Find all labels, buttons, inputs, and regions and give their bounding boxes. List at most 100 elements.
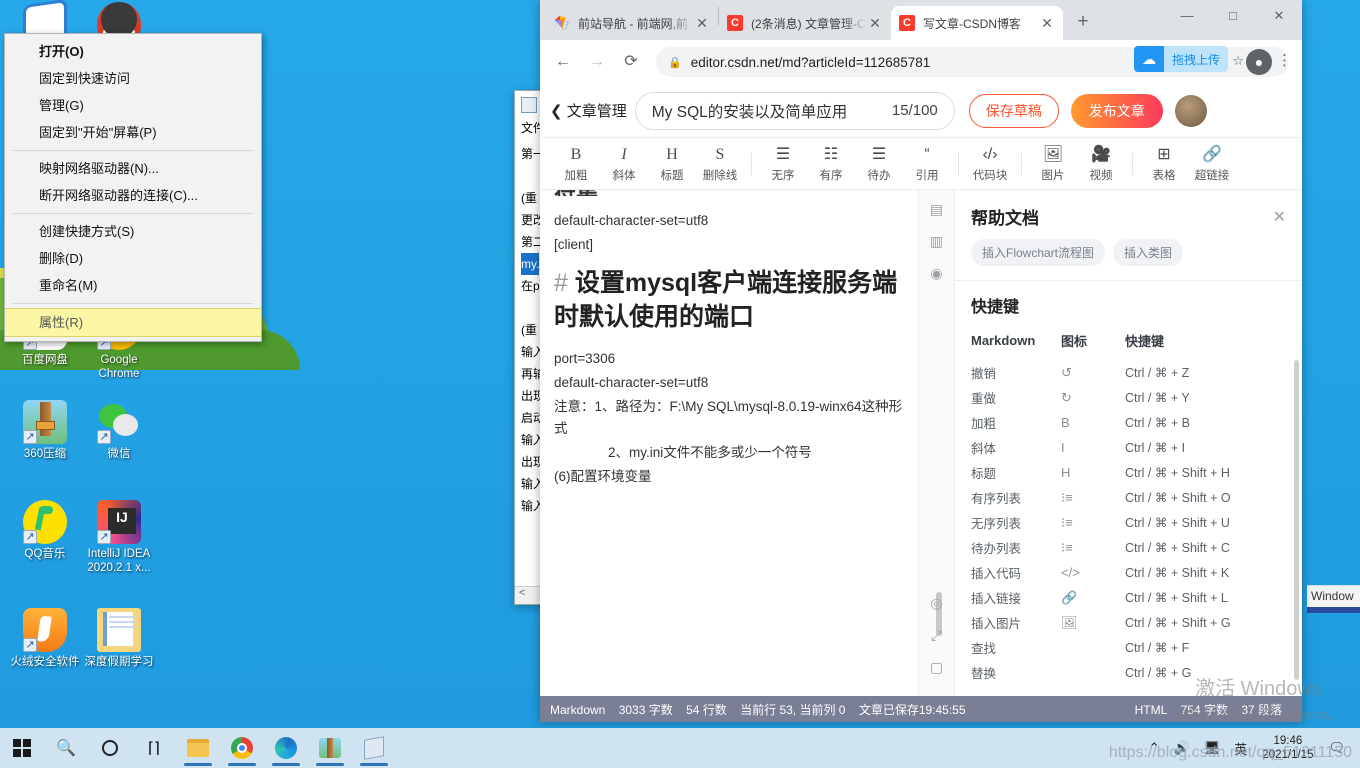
toolbar-quote[interactable]: “ 引用 xyxy=(903,145,951,183)
task-view-icon: ⌈⌉ xyxy=(148,740,160,757)
toolbar-video[interactable]: 🎥 视频 xyxy=(1077,145,1125,183)
context-menu-item[interactable]: 打开(O) xyxy=(5,38,261,65)
context-menu[interactable]: 打开(O) 固定到快速访问 管理(G) 固定到"开始"屏幕(P) 映射网络驱动器(N).… xyxy=(4,33,262,342)
context-menu-item[interactable]: 断开网络驱动器的连接(C)... xyxy=(5,182,261,209)
notifications-icon[interactable]: 🗨 xyxy=(1321,740,1352,756)
toolbar-italic[interactable]: I 斜体 xyxy=(600,145,648,183)
divider xyxy=(955,280,1302,281)
publish-article-button[interactable]: 发布文章 xyxy=(1070,93,1163,128)
browser-tab-0[interactable]: 🪁 前站导航 - 前端网,前 ✕ xyxy=(546,6,718,40)
tray-chevron-icon[interactable]: ⌃ xyxy=(1142,740,1167,756)
taskbar-clock[interactable]: 19:46 2021/1/15 xyxy=(1254,734,1321,762)
toolbar-bold[interactable]: B 加粗 xyxy=(552,145,600,183)
desktop-icon-qqmusic[interactable]: ↗ QQ音乐 xyxy=(8,500,82,561)
search-button[interactable]: 🔍 xyxy=(44,728,88,768)
new-tab-button[interactable]: + xyxy=(1069,8,1097,36)
toolbar-unordered-list[interactable]: ☰ 无序 xyxy=(759,145,807,183)
help-panel[interactable]: 帮助文档 ✕ 插入Flowchart流程图 插入类图 快捷键 Markdown … xyxy=(954,190,1302,696)
toolbar-table[interactable]: ⊞ 表格 xyxy=(1140,145,1188,183)
desktop-icon-360zip[interactable]: ↗ 360压缩 xyxy=(8,400,82,461)
context-menu-item[interactable]: 创建快捷方式(S) xyxy=(5,218,261,245)
markdown-text-area[interactable]: 符集 default-character-set=utf8 [client] #… xyxy=(540,190,918,696)
start-button[interactable] xyxy=(0,728,44,768)
taskbar-file-explorer[interactable] xyxy=(176,728,220,768)
insert-flowchart-chip[interactable]: 插入Flowchart流程图 xyxy=(971,239,1106,266)
desktop-icon-wechat[interactable]: ↗ 微信 xyxy=(82,400,156,461)
context-menu-item[interactable]: 固定到"开始"屏幕(P) xyxy=(5,119,261,146)
list-ol-icon: ☷ xyxy=(823,145,839,163)
close-icon[interactable]: ✕ xyxy=(1273,207,1286,227)
target-icon[interactable]: ◎ xyxy=(924,590,950,616)
desktop-icon-intellij-idea[interactable]: IJ ↗ IntelliJ IDEA 2020.2.1 x... xyxy=(82,500,156,575)
context-menu-item-properties[interactable]: 属性(R) xyxy=(5,308,261,337)
omnibox-bar[interactable]: ← → ⟳ 🔒 editor.csdn.net/md?articleId=112… xyxy=(540,40,1302,84)
fullscreen-icon[interactable]: ⤢ xyxy=(924,622,950,648)
help-panel-scrollbar[interactable] xyxy=(1294,360,1299,680)
maximize-button[interactable]: □ xyxy=(1210,0,1256,32)
minimize-button[interactable]: — xyxy=(1164,0,1210,32)
eye-preview-icon[interactable]: ◉ xyxy=(924,260,950,286)
context-menu-item[interactable]: 重命名(M) xyxy=(5,272,261,299)
volume-icon[interactable]: 🔊 xyxy=(1167,740,1197,756)
toolbar-todo-list[interactable]: ☰ 待办 xyxy=(855,145,903,183)
tab-close-icon[interactable]: ✕ xyxy=(1039,15,1055,32)
comet-icon: 🪁 xyxy=(554,15,572,31)
context-menu-item[interactable]: 映射网络驱动器(N)... xyxy=(5,155,261,182)
tab-close-icon[interactable]: ✕ xyxy=(867,15,883,32)
cortana-button[interactable] xyxy=(88,728,132,768)
toolbar-heading[interactable]: H 标题 xyxy=(648,145,696,183)
toolbar-hyperlink[interactable]: 🔗 超链接 xyxy=(1188,145,1236,183)
bookmark-star-icon[interactable]: ☆ xyxy=(1232,53,1244,69)
chrome-window[interactable]: 🪁 前站导航 - 前端网,前 ✕ C (2条消息) 文章管理-C ✕ C 写文章… xyxy=(540,0,1302,722)
editor-rail[interactable]: ▤ ▥ ◉ ◎ ⤢ ▢ xyxy=(918,190,954,696)
split-view-icon[interactable]: ▥ xyxy=(924,228,950,254)
taskbar[interactable]: 🔍 ⌈⌉ ⌃ 🔊 🖥 英 19:46 2021/1/15 🗨 xyxy=(0,728,1360,768)
window-controls[interactable]: — □ ✕ xyxy=(1164,0,1302,32)
help-chips[interactable]: 插入Flowchart流程图 插入类图 xyxy=(955,235,1302,280)
context-menu-item[interactable]: 管理(G) xyxy=(5,92,261,119)
tab-strip[interactable]: 🪁 前站导航 - 前端网,前 ✕ C (2条消息) 文章管理-C ✕ C 写文章… xyxy=(540,0,1302,40)
avatar[interactable] xyxy=(1174,94,1207,127)
kebab-menu-icon[interactable]: ⋮ xyxy=(1277,51,1292,69)
back-to-article-management[interactable]: ❮ 文章管理 xyxy=(550,100,627,121)
article-title-input[interactable]: My SQL的安装以及简单应用 15/100 xyxy=(634,91,955,130)
editor-toolbar[interactable]: B 加粗 I 斜体 H 标题 S 删除线 ☰ 无序 ☷ 有序 ☰ 待办 “ 引用 ‹/› 代码块 🖼 图片 🎥 视频 ⊞ 表格… xyxy=(540,138,1302,190)
shortcut-icon: 🖼 xyxy=(1061,614,1078,630)
context-menu-item[interactable]: 固定到快速访问 xyxy=(5,65,261,92)
desktop-icon-label: 百度网盘 xyxy=(22,354,68,366)
taskbar-notepad[interactable] xyxy=(352,728,396,768)
panel-top-icon[interactable]: ▤ xyxy=(924,196,950,222)
zip-icon: ↗ xyxy=(23,400,67,444)
toolbar-code-block[interactable]: ‹/› 代码块 xyxy=(966,145,1014,183)
taskbar-edge[interactable] xyxy=(264,728,308,768)
task-view-button[interactable]: ⌈⌉ xyxy=(132,728,176,768)
context-menu-item[interactable]: 删除(D) xyxy=(5,245,261,272)
toolbar-ordered-list[interactable]: ☷ 有序 xyxy=(807,145,855,183)
taskbar-chrome[interactable] xyxy=(220,728,264,768)
profile-icon[interactable]: ● xyxy=(1246,49,1272,75)
system-tray[interactable]: ⌃ 🔊 🖥 英 19:46 2021/1/15 🗨 xyxy=(1142,728,1360,768)
desktop-icon-huorong[interactable]: ↗ 火绒安全软件 xyxy=(8,608,82,669)
network-icon[interactable]: 🖥 xyxy=(1197,740,1228,756)
screen-icon[interactable]: ▢ xyxy=(924,654,950,680)
toolbar-image[interactable]: 🖼 图片 xyxy=(1029,145,1077,183)
baidu-upload-extension[interactable]: ☁ 拖拽上传 xyxy=(1133,46,1228,72)
reload-button[interactable]: ⟳ xyxy=(616,47,646,77)
taskbar-360zip[interactable] xyxy=(308,728,352,768)
toolbar-strikethrough[interactable]: S 删除线 xyxy=(696,145,744,183)
desktop-icon-study-folder[interactable]: 深度假期学习 xyxy=(82,608,156,669)
shortcut-icon: 🔗 xyxy=(1061,589,1078,605)
close-button[interactable]: ✕ xyxy=(1256,0,1302,32)
back-button[interactable]: ← xyxy=(548,47,578,77)
ime-indicator[interactable]: 英 xyxy=(1227,739,1254,758)
background-window-label[interactable]: Window xyxy=(1307,585,1360,607)
browser-tab-2[interactable]: C 写文章-CSDN博客 ✕ xyxy=(891,6,1063,40)
shortcut-arrow-icon: ↗ xyxy=(23,638,37,652)
insert-classdiagram-chip[interactable]: 插入类图 xyxy=(1113,239,1184,266)
shortcut-markdown: 重做 xyxy=(971,392,997,406)
editor-rail-bottom[interactable]: ◎ ⤢ ▢ xyxy=(919,590,954,686)
forward-button[interactable]: → xyxy=(582,47,612,77)
browser-tab-1[interactable]: C (2条消息) 文章管理-C ✕ xyxy=(719,6,891,40)
tab-close-icon[interactable]: ✕ xyxy=(694,15,710,32)
save-draft-button[interactable]: 保存草稿 xyxy=(968,93,1059,128)
